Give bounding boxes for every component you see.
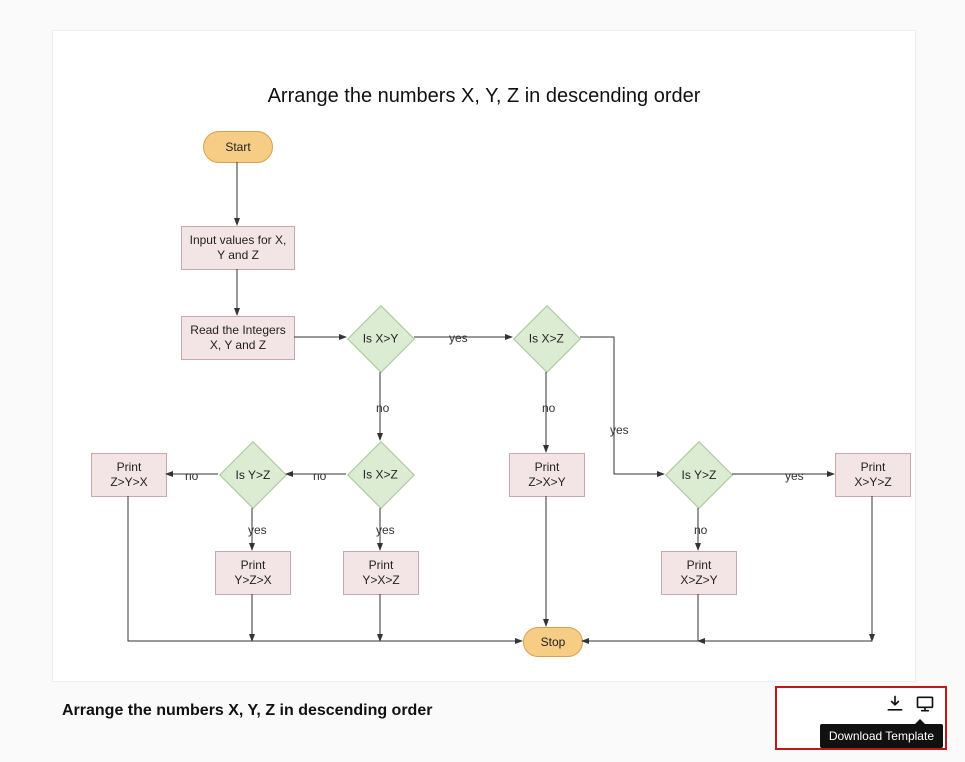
node-print-yxz: Print Y>X>Z xyxy=(343,551,419,595)
node-input-label: Input values for X, Y and Z xyxy=(188,233,288,263)
node-dec-y-z-right-label: Is Y>Z xyxy=(682,467,717,482)
node-stop-label: Stop xyxy=(541,635,566,650)
node-dec-y-z-left: Is Y>Z xyxy=(219,441,287,509)
download-icon[interactable] xyxy=(885,694,905,714)
node-dec-y-z-left-label: Is Y>Z xyxy=(236,467,271,482)
edge-yzleft-no: no xyxy=(183,469,200,483)
node-print-yzx-label: Print Y>Z>X xyxy=(234,558,271,588)
monitor-icon[interactable] xyxy=(915,694,935,714)
node-print-zyx-label: Print Z>Y>X xyxy=(110,460,147,490)
node-dec-x-y-label: Is X>Y xyxy=(363,332,399,347)
node-print-yxz-label: Print Y>X>Z xyxy=(362,558,399,588)
edge-xzmid-no: no xyxy=(311,469,328,483)
edge-xztop-no: no xyxy=(540,401,557,415)
edge-xztop-yes: yes xyxy=(608,423,631,437)
footer-icons xyxy=(885,694,935,714)
caption: Arrange the numbers X, Y, Z in descendin… xyxy=(62,702,432,720)
download-tooltip-label: Download Template xyxy=(829,729,934,743)
node-dec-y-z-right: Is Y>Z xyxy=(665,441,733,509)
node-print-xzy-label: Print X>Z>Y xyxy=(680,558,717,588)
node-dec-x-z-top: Is X>Z xyxy=(513,305,581,373)
node-start-label: Start xyxy=(225,140,250,155)
node-dec-x-z-mid: Is X>Z xyxy=(347,441,415,509)
node-print-yzx: Print Y>Z>X xyxy=(215,551,291,595)
edge-yzright-no: no xyxy=(692,523,709,537)
node-print-xyz: Print X>Y>Z xyxy=(835,453,911,497)
edge-xy-no: no xyxy=(374,401,391,415)
node-print-zyx: Print Z>Y>X xyxy=(91,453,167,497)
node-read-label: Read the Integers X, Y and Z xyxy=(188,323,288,353)
node-print-xyz-label: Print X>Y>Z xyxy=(854,460,891,490)
node-print-zxy: Print Z>X>Y xyxy=(509,453,585,497)
node-print-xzy: Print X>Z>Y xyxy=(661,551,737,595)
edge-xy-yes: yes xyxy=(447,331,470,345)
node-dec-x-z-mid-label: Is X>Z xyxy=(363,467,398,482)
node-input: Input values for X, Y and Z xyxy=(181,226,295,270)
diagram-title: Arrange the numbers X, Y, Z in descendin… xyxy=(53,85,915,108)
node-stop: Stop xyxy=(523,627,583,657)
page: Arrange the numbers X, Y, Z in descendin… xyxy=(0,0,965,762)
edge-yzright-yes: yes xyxy=(783,469,806,483)
node-read: Read the Integers X, Y and Z xyxy=(181,316,295,360)
node-dec-x-y: Is X>Y xyxy=(347,305,415,373)
diagram-card: Arrange the numbers X, Y, Z in descendin… xyxy=(52,30,916,682)
edge-yzleft-yes: yes xyxy=(246,523,269,537)
edge-xzmid-yes: yes xyxy=(374,523,397,537)
node-start: Start xyxy=(203,131,273,163)
download-tooltip: Download Template xyxy=(820,724,943,748)
node-print-zxy-label: Print Z>X>Y xyxy=(528,460,565,490)
node-dec-x-z-top-label: Is X>Z xyxy=(529,331,564,346)
